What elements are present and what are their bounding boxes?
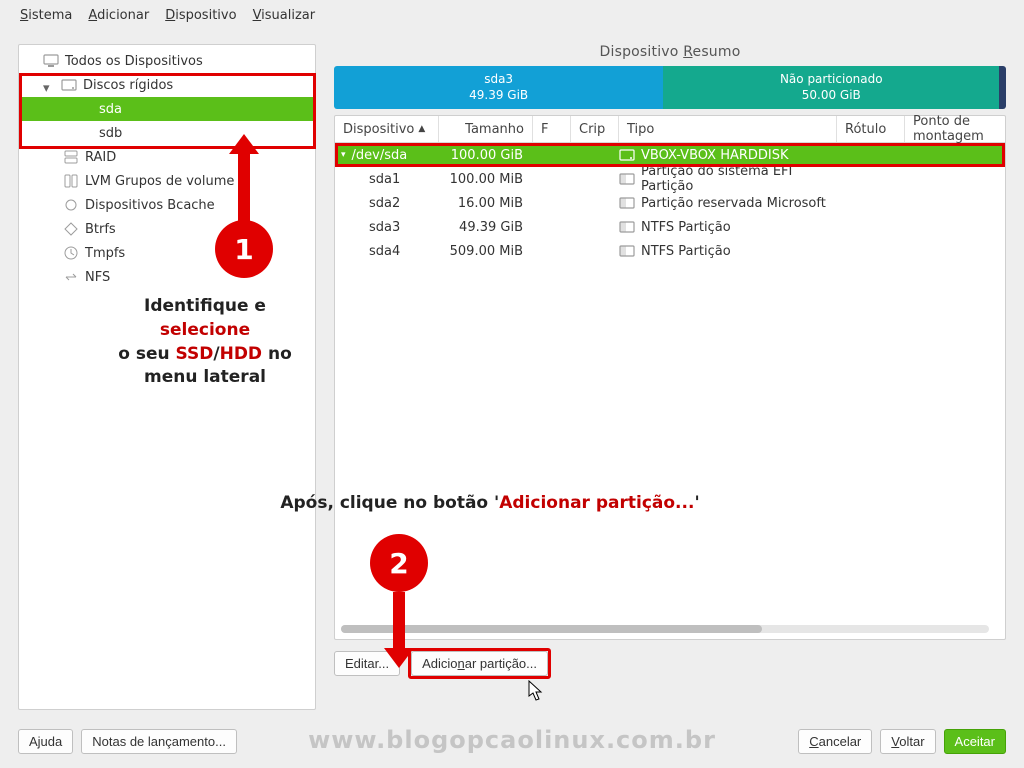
device-summary-title: Dispositivo Resumo xyxy=(334,44,1006,60)
raid-icon xyxy=(63,149,79,165)
tree-lvm[interactable]: LVM Grupos de volume xyxy=(19,169,315,193)
seg-label: Não particionado xyxy=(780,72,883,88)
lvm-icon xyxy=(63,173,79,189)
btrfs-icon xyxy=(63,221,79,237)
partition-map: sda3 49.39 GiB Não particionado 50.00 Gi… xyxy=(334,66,1006,109)
table-row[interactable]: sda4 509.00 MiB NTFS Partição xyxy=(335,239,1005,263)
table-header: Dispositivo▲ Tamanho F Crip Tipo Rótulo … xyxy=(335,116,1005,143)
tree-label: sdb xyxy=(99,126,122,141)
tree-label: LVM Grupos de volume xyxy=(85,174,234,189)
tree-label: Discos rígidos xyxy=(83,78,173,93)
annotation-highlight-2: Adicionar partição... xyxy=(408,648,551,679)
device-type: NTFS Partição xyxy=(641,220,731,235)
tree-disk-sda[interactable]: sda xyxy=(19,97,315,121)
col-f[interactable]: F xyxy=(533,116,571,142)
partition-icon xyxy=(619,243,635,259)
disk-icon xyxy=(61,77,77,93)
tree-all-devices[interactable]: Todos os Dispositivos xyxy=(19,49,315,73)
nfs-icon xyxy=(63,269,79,285)
device-size: 49.39 GiB xyxy=(439,220,533,235)
seg-label: sda3 xyxy=(484,72,513,88)
col-device[interactable]: Dispositivo▲ xyxy=(335,116,439,142)
chevron-down-icon: ▾ xyxy=(43,81,51,89)
tree-hard-disks[interactable]: ▾ Discos rígidos xyxy=(19,73,315,97)
back-button[interactable]: Voltar xyxy=(880,729,935,754)
col-mount[interactable]: Ponto de montagem xyxy=(905,116,1005,142)
tree-raid[interactable]: RAID xyxy=(19,145,315,169)
tree-label: Tmpfs xyxy=(85,246,125,261)
col-crip[interactable]: Crip xyxy=(571,116,619,142)
tree-label: Btrfs xyxy=(85,222,116,237)
device-size: 509.00 MiB xyxy=(439,244,533,259)
menu-visualizar[interactable]: Visualizar xyxy=(253,8,316,23)
device-type: NTFS Partição xyxy=(641,244,731,259)
col-size[interactable]: Tamanho xyxy=(439,116,533,142)
tree-label: RAID xyxy=(85,150,116,165)
tree-tmpfs[interactable]: Tmpfs xyxy=(19,241,315,265)
device-tree: Todos os Dispositivos ▾ Discos rígidos s… xyxy=(18,44,316,710)
device-table: Dispositivo▲ Tamanho F Crip Tipo Rótulo … xyxy=(334,115,1006,640)
disk-icon xyxy=(619,147,635,163)
bcache-icon xyxy=(63,197,79,213)
partition-icon xyxy=(619,171,635,187)
accept-button[interactable]: Aceitar xyxy=(944,729,1006,754)
footer-bar: Ajuda Notas de lançamento... Cancelar Vo… xyxy=(18,729,1006,754)
device-type: Partição reservada Microsoft xyxy=(641,196,826,211)
device-name: sda3 xyxy=(369,220,400,235)
partition-icon xyxy=(619,195,635,211)
menu-dispositivo[interactable]: Dispositivo xyxy=(165,8,236,23)
table-row[interactable]: sda3 49.39 GiB NTFS Partição xyxy=(335,215,1005,239)
col-type[interactable]: Tipo xyxy=(619,116,837,142)
menu-sistema[interactable]: Sistema xyxy=(20,8,72,23)
partition-segment-tiny[interactable] xyxy=(999,66,1006,109)
partition-icon xyxy=(619,219,635,235)
tree-label: NFS xyxy=(85,270,110,285)
add-partition-button[interactable]: Adicionar partição... xyxy=(411,651,548,676)
tree-label: Dispositivos Bcache xyxy=(85,198,215,213)
edit-button[interactable]: Editar... xyxy=(334,651,400,676)
monitor-icon xyxy=(43,53,59,69)
menu-adicionar[interactable]: Adicionar xyxy=(88,8,149,23)
tree-disk-sdb[interactable]: sdb xyxy=(19,121,315,145)
horizontal-scrollbar[interactable] xyxy=(341,625,989,633)
col-label[interactable]: Rótulo xyxy=(837,116,905,142)
device-size: 100.00 GiB xyxy=(439,148,533,163)
partition-segment-sda3[interactable]: sda3 49.39 GiB xyxy=(334,66,663,109)
device-type: VBOX-VBOX HARDDISK xyxy=(641,148,789,163)
menubar: Sistema Adicionar Dispositivo Visualizar xyxy=(0,0,1024,30)
device-name: /dev/sda xyxy=(352,148,408,163)
device-size: 100.00 MiB xyxy=(439,172,533,187)
device-type: Partição do sistema EFI Partição xyxy=(641,164,837,194)
device-size: 16.00 MiB xyxy=(439,196,533,211)
seg-size: 49.39 GiB xyxy=(469,88,528,104)
tree-label: sda xyxy=(99,102,122,117)
partition-segment-free[interactable]: Não particionado 50.00 GiB xyxy=(663,66,999,109)
cancel-button[interactable]: Cancelar xyxy=(798,729,872,754)
tmpfs-icon xyxy=(63,245,79,261)
release-notes-button[interactable]: Notas de lançamento... xyxy=(81,729,237,754)
table-row[interactable]: sda1 100.00 MiB Partição do sistema EFI Pa… xyxy=(335,167,1005,191)
seg-size: 50.00 GiB xyxy=(802,88,861,104)
device-name: sda4 xyxy=(369,244,400,259)
tree-btrfs[interactable]: Btrfs xyxy=(19,217,315,241)
help-button[interactable]: Ajuda xyxy=(18,729,73,754)
tree-label: Todos os Dispositivos xyxy=(65,54,203,69)
device-name: sda1 xyxy=(369,172,400,187)
tree-bcache[interactable]: Dispositivos Bcache xyxy=(19,193,315,217)
device-name: sda2 xyxy=(369,196,400,211)
sort-arrow-icon: ▲ xyxy=(418,124,425,134)
tree-nfs[interactable]: NFS xyxy=(19,265,315,289)
table-row[interactable]: sda2 16.00 MiB Partição reservada Microsof… xyxy=(335,191,1005,215)
